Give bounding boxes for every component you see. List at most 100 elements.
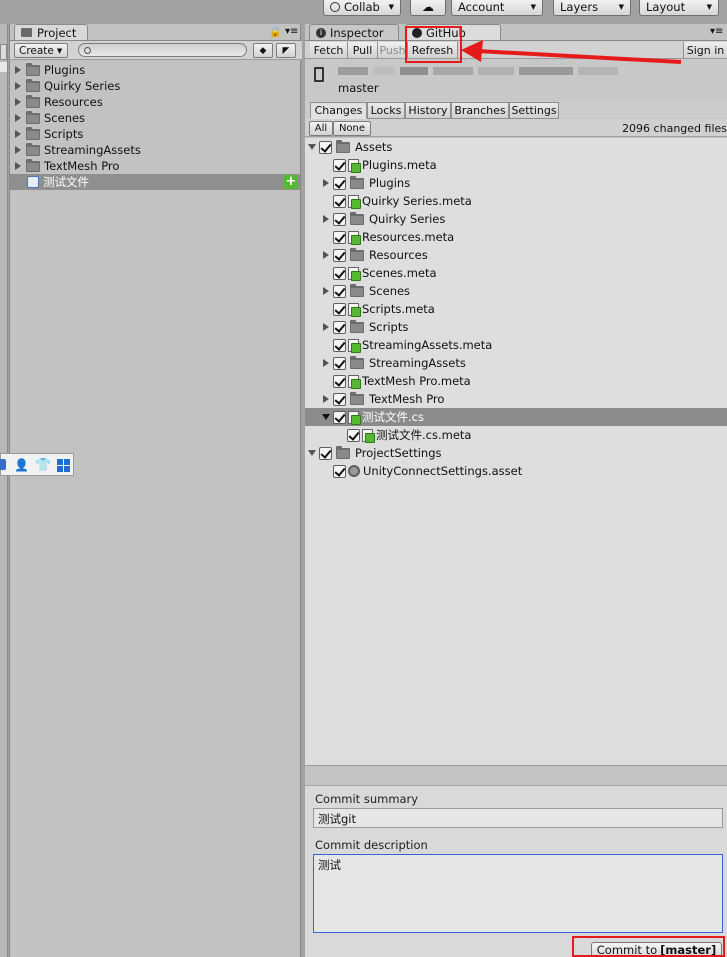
expand-arrow-icon[interactable] (319, 251, 333, 259)
tab-changes[interactable]: Changes (310, 102, 367, 119)
changed-file-label: Scripts.meta (362, 302, 435, 316)
changed-file-row[interactable]: Resources.meta (305, 228, 727, 246)
commit-summary-input[interactable]: 测试git (313, 808, 723, 828)
expand-arrow-icon[interactable] (305, 450, 319, 456)
changed-file-row[interactable]: Quirky Series.meta (305, 192, 727, 210)
changed-file-row[interactable]: Plugins (305, 174, 727, 192)
expand-arrow-icon[interactable] (15, 146, 21, 154)
expand-arrow-icon[interactable] (15, 114, 21, 122)
search-icon (84, 46, 91, 54)
project-tree-item[interactable]: Resources (10, 94, 300, 110)
include-checkbox[interactable] (333, 212, 346, 226)
include-checkbox[interactable] (333, 374, 346, 388)
project-tree-item[interactable]: 测试文件 + (10, 174, 300, 190)
account-dropdown[interactable]: Account ▼ (451, 0, 543, 16)
create-dropdown[interactable]: Create ▼ (14, 43, 68, 58)
grid-icon[interactable] (57, 459, 70, 472)
include-checkbox[interactable] (319, 140, 332, 154)
changed-file-row[interactable]: Resources (305, 246, 727, 264)
panel-menu-icon[interactable]: ▾≡ (285, 26, 298, 37)
expand-arrow-icon[interactable] (15, 130, 21, 138)
select-all-button[interactable]: All (309, 121, 333, 136)
project-tree-item[interactable]: StreamingAssets (10, 142, 300, 158)
expand-arrow-icon[interactable] (319, 179, 333, 187)
layout-dropdown[interactable]: Layout ▼ (639, 0, 719, 16)
expand-arrow-icon[interactable] (15, 98, 21, 106)
tab-history[interactable]: History (405, 102, 451, 119)
search-input[interactable] (78, 43, 247, 57)
app-icon[interactable] (0, 459, 6, 470)
changed-file-row[interactable]: Plugins.meta (305, 156, 727, 174)
collab-button[interactable]: Collab ▼ (323, 0, 401, 16)
tab-branches[interactable]: Branches (451, 102, 509, 119)
github-panel: i Inspector GitHub ▾≡ Fetch Pull Push Re… (305, 24, 727, 957)
changed-file-row[interactable]: 测试文件.cs.meta (305, 426, 727, 444)
expand-arrow-icon[interactable] (319, 287, 333, 295)
expand-arrow-icon[interactable] (319, 395, 333, 403)
include-checkbox[interactable] (333, 302, 346, 316)
include-checkbox[interactable] (333, 158, 346, 172)
expand-arrow-icon[interactable] (15, 82, 21, 90)
include-checkbox[interactable] (333, 338, 346, 352)
project-tree-item[interactable]: TextMesh Pro (10, 158, 300, 174)
expand-arrow-icon[interactable] (319, 323, 333, 331)
pull-button[interactable]: Pull (348, 42, 378, 58)
changed-file-row[interactable]: 测试文件.cs (305, 408, 727, 426)
include-checkbox[interactable] (333, 392, 346, 406)
folder-icon (350, 319, 364, 333)
include-checkbox[interactable] (333, 194, 346, 208)
include-checkbox[interactable] (333, 176, 346, 190)
project-tree-item[interactable]: Scenes (10, 110, 300, 126)
changed-file-row[interactable]: StreamingAssets.meta (305, 336, 727, 354)
changed-file-row[interactable]: ProjectSettings (305, 444, 727, 462)
include-checkbox[interactable] (333, 266, 346, 280)
shirt-icon[interactable]: 👕 (35, 458, 51, 473)
project-tree-item[interactable]: Scripts (10, 126, 300, 142)
changed-file-label: 测试文件.cs.meta (376, 428, 472, 442)
changed-file-row[interactable]: TextMesh Pro (305, 390, 727, 408)
fetch-button[interactable]: Fetch (310, 42, 348, 58)
expand-arrow-icon[interactable] (319, 215, 333, 223)
expand-arrow-icon[interactable] (319, 359, 333, 367)
include-checkbox[interactable] (333, 284, 346, 298)
include-checkbox[interactable] (333, 248, 346, 262)
changed-file-row[interactable]: Scripts (305, 318, 727, 336)
project-tree-item[interactable]: Plugins (10, 62, 300, 78)
changed-file-row[interactable]: UnityConnectSettings.asset (305, 462, 727, 480)
panel-menu-icon[interactable]: ▾≡ (710, 26, 723, 37)
expand-arrow-icon[interactable] (15, 66, 21, 74)
changed-file-row[interactable]: Scripts.meta (305, 300, 727, 318)
filter-by-type-button[interactable]: ◆ (253, 43, 273, 58)
edge-tab[interactable] (0, 44, 7, 60)
include-checkbox[interactable] (319, 446, 332, 460)
changed-file-row[interactable]: Scenes.meta (305, 264, 727, 282)
filter-by-label-button[interactable]: ◤ (276, 43, 296, 58)
project-tree-item[interactable]: Quirky Series (10, 78, 300, 94)
include-checkbox[interactable] (333, 464, 346, 478)
lock-icon[interactable]: 🔒 (269, 27, 281, 38)
layers-dropdown[interactable]: Layers ▼ (553, 0, 631, 16)
expand-arrow-icon[interactable] (305, 144, 319, 150)
tab-locks[interactable]: Locks (367, 102, 405, 119)
changed-file-row[interactable]: TextMesh Pro.meta (305, 372, 727, 390)
include-checkbox[interactable] (347, 428, 360, 442)
include-checkbox[interactable] (333, 410, 346, 424)
changed-file-row[interactable]: Quirky Series (305, 210, 727, 228)
expand-arrow-icon[interactable] (319, 414, 333, 420)
user-lock-icon[interactable]: 👤 (14, 458, 29, 472)
commit-description-input[interactable]: 测试 (313, 854, 723, 933)
tab-settings[interactable]: Settings (509, 102, 559, 119)
include-checkbox[interactable] (333, 356, 346, 370)
tab-project[interactable]: Project (14, 24, 88, 40)
cloud-button[interactable]: ☁ (410, 0, 446, 16)
push-button[interactable]: Push (378, 42, 408, 58)
expand-arrow-icon[interactable] (15, 162, 21, 170)
tab-inspector[interactable]: i Inspector (309, 24, 399, 40)
folder-icon (21, 28, 32, 37)
select-none-button[interactable]: None (333, 121, 371, 136)
changed-file-row[interactable]: StreamingAssets (305, 354, 727, 372)
include-checkbox[interactable] (333, 230, 346, 244)
changed-file-row[interactable]: Scenes (305, 282, 727, 300)
changed-file-row[interactable]: Assets (305, 138, 727, 156)
include-checkbox[interactable] (333, 320, 346, 334)
